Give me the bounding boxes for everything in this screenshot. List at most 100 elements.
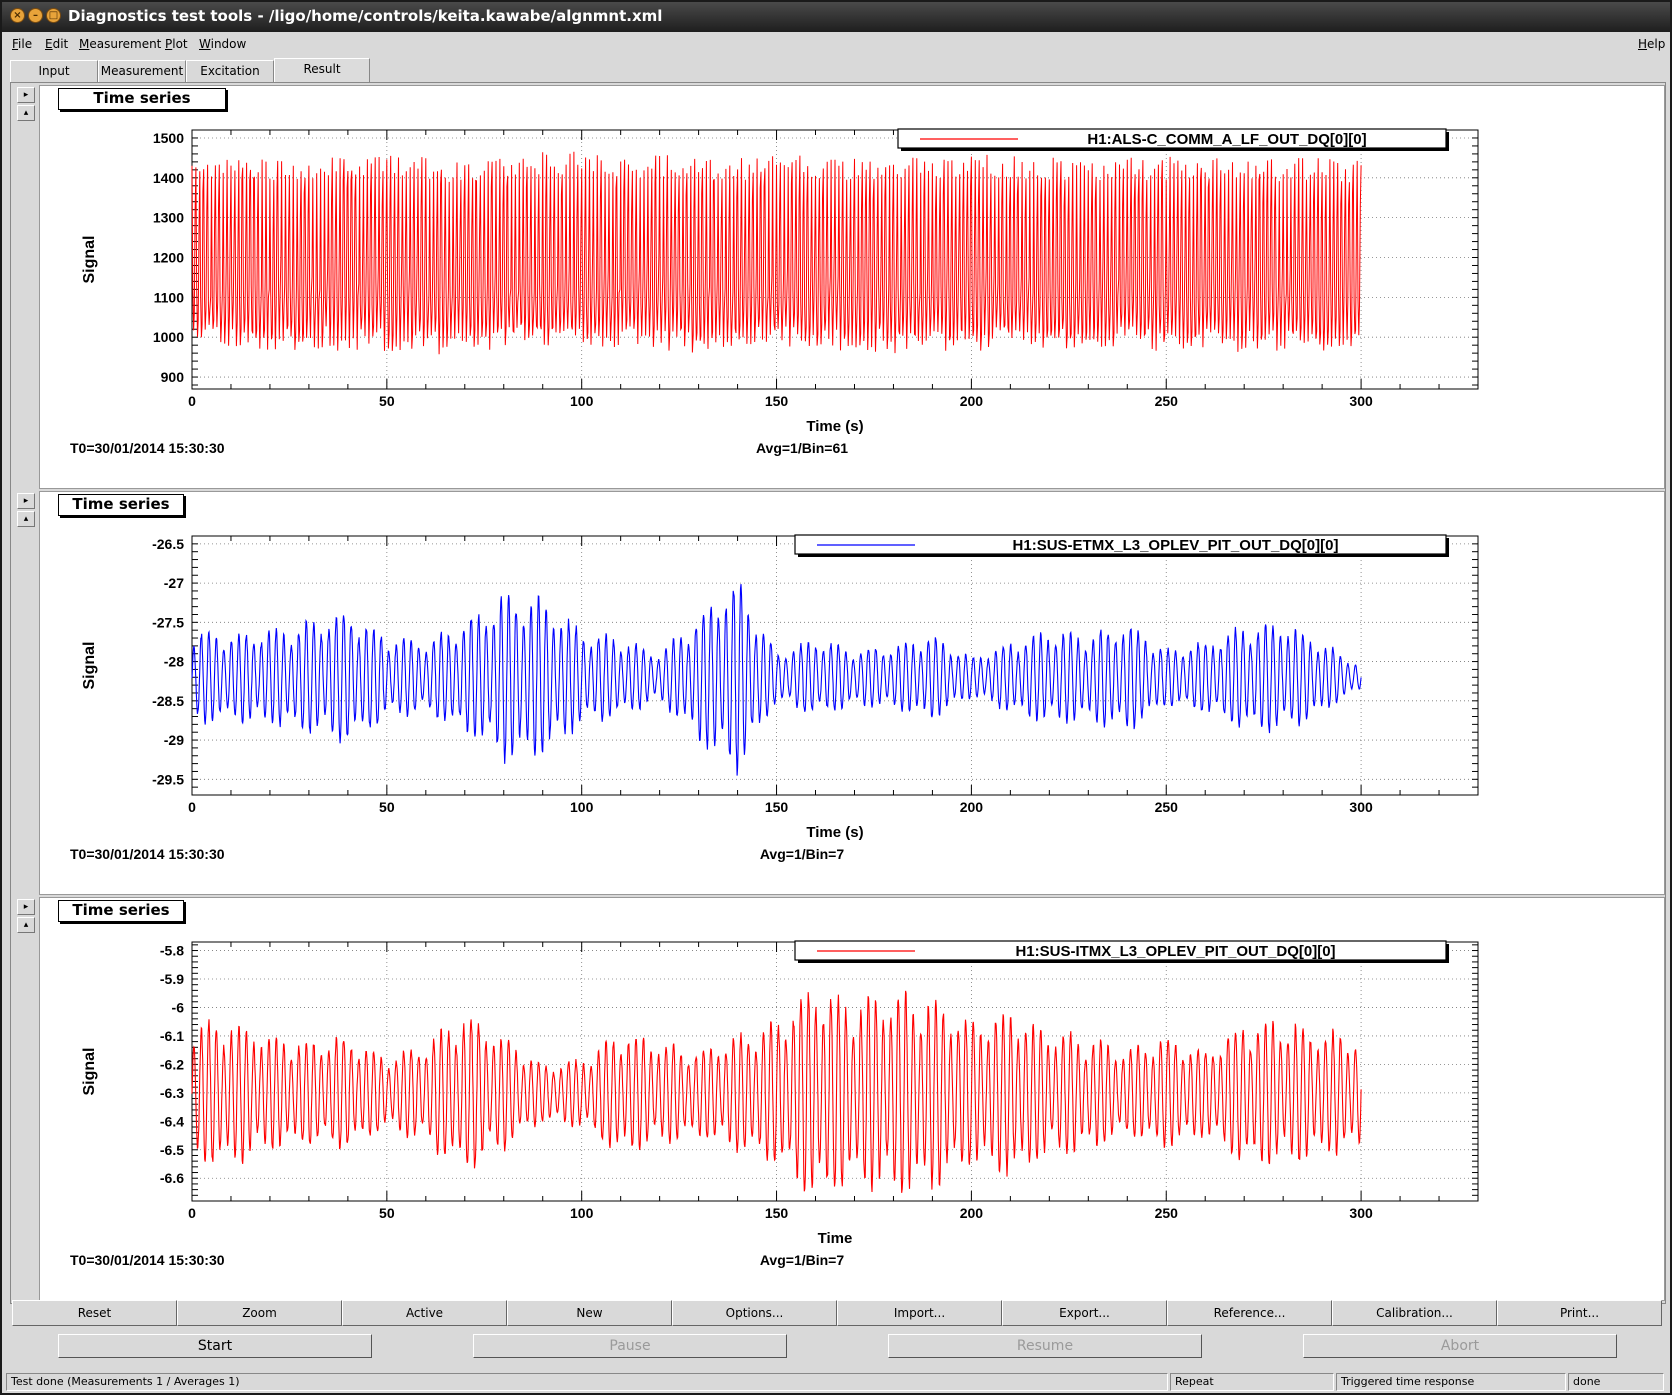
x-tick-label: 300 (1349, 393, 1373, 409)
pad-3-next-arrow-icon[interactable]: ▸ (17, 899, 35, 915)
y-tick-label: -6.4 (160, 1113, 184, 1129)
x-tick-label: 100 (570, 393, 594, 409)
tab-excitation[interactable]: Excitation (186, 60, 274, 82)
y-tick-label: 1100 (154, 289, 185, 305)
menu-help[interactable]: Help (1638, 37, 1665, 51)
pad-1-next-arrow-icon[interactable]: ▸ (17, 87, 35, 103)
reset-button[interactable]: Reset (12, 1300, 177, 1326)
x-tick-label: 300 (1349, 799, 1373, 815)
x-tick-label: 200 (960, 393, 984, 409)
x-axis-label: Time (s) (806, 418, 863, 435)
calibration-button[interactable]: Calibration... (1332, 1300, 1497, 1326)
tab-result[interactable]: Result (274, 58, 370, 82)
x-tick-label: 250 (1155, 1205, 1179, 1221)
print-button[interactable]: Print... (1497, 1300, 1662, 1326)
pad-3-prev-arrow-icon[interactable]: ▴ (17, 917, 35, 933)
close-icon[interactable]: × (10, 8, 25, 23)
axis-ticks (191, 536, 1479, 796)
plot-pad-3[interactable]: Time series 0 50 100 150 200 250 300 -5.8 -5.9 -6… (39, 897, 1665, 1301)
app-window: × – □ Diagnostics test tools - /ligo/hom… (0, 0, 1672, 1395)
y-tick-label: 1200 (153, 250, 184, 266)
pad-2-prev-arrow-icon[interactable]: ▴ (17, 511, 35, 527)
menu-file[interactable]: File (12, 37, 32, 51)
menu-measurement[interactable]: Measurement (79, 37, 161, 51)
y-tick-label: 1000 (153, 329, 184, 345)
x-tick-label: 150 (765, 1205, 789, 1221)
x-tick-label: 250 (1155, 799, 1179, 815)
x-tick-label: 200 (960, 799, 984, 815)
y-tick-label: 1500 (153, 130, 184, 146)
options-button[interactable]: Options... (672, 1300, 837, 1326)
legend: H1:SUS-ITMX_L3_OPLEV_PIT_OUT_DQ[0][0] (794, 940, 1449, 963)
legend-label: H1:ALS-C_COMM_A_LF_OUT_DQ[0][0] (1087, 131, 1366, 148)
plot-toolbar: Reset Zoom Active New Options... Import.… (12, 1300, 1664, 1326)
y-tick-label: 1400 (153, 170, 184, 186)
x-axis-label: Time (s) (806, 824, 863, 841)
y-axis-label: Signal (81, 1047, 98, 1095)
start-button[interactable]: Start (58, 1334, 372, 1358)
series-line (191, 151, 1362, 355)
menu-bar: File Edit Measurement Plot Window Help (2, 32, 1670, 56)
legend: H1:ALS-C_COMM_A_LF_OUT_DQ[0][0] (897, 128, 1449, 151)
y-tick-label: -29 (164, 732, 184, 748)
import-button[interactable]: Import... (837, 1300, 1002, 1326)
menu-window[interactable]: Window (199, 37, 246, 51)
tab-measurement[interactable]: Measurement (98, 60, 186, 82)
title-bar[interactable]: × – □ Diagnostics test tools - /ligo/hom… (2, 2, 1670, 32)
x-tick-label: 100 (570, 1205, 594, 1221)
y-axis-label: Signal (81, 235, 98, 283)
reference-button[interactable]: Reference... (1167, 1300, 1332, 1326)
export-button[interactable]: Export... (1002, 1300, 1167, 1326)
status-bar: Test done (Measurements 1 / Averages 1) … (2, 1371, 1670, 1393)
legend-label: H1:SUS-ETMX_L3_OPLEV_PIT_OUT_DQ[0][0] (1013, 537, 1339, 554)
tab-input[interactable]: Input (10, 60, 98, 82)
abort-button[interactable]: Abort (1303, 1334, 1617, 1358)
menu-plot[interactable]: Plot (165, 37, 188, 51)
active-button[interactable]: Active (342, 1300, 507, 1326)
control-bar: Start Pause Resume Abort (2, 1328, 1670, 1368)
status-repeat: Repeat (1170, 1373, 1334, 1391)
status-mode: Triggered time response (1336, 1373, 1566, 1391)
plot-pad-1[interactable]: Time series 0 50 100 150 200 250 300 900 1000 110… (39, 85, 1665, 489)
y-axis-label: Signal (81, 641, 98, 689)
minimize-icon[interactable]: – (28, 8, 43, 23)
y-tick-label: -6.2 (160, 1056, 184, 1072)
avg-bin-label: Avg=1/Bin=7 (760, 846, 845, 862)
x-tick-label: 150 (765, 393, 789, 409)
resume-button[interactable]: Resume (888, 1334, 1202, 1358)
x-tick-label: 250 (1155, 393, 1179, 409)
new-button[interactable]: New (507, 1300, 672, 1326)
legend-label: H1:SUS-ITMX_L3_OPLEV_PIT_OUT_DQ[0][0] (1015, 943, 1335, 960)
result-panel: ▸ ▴ Time series 0 50 100 150 200 250 300 900 100… (10, 82, 1666, 1304)
y-tick-label: 1300 (153, 210, 184, 226)
x-axis-label: Time (818, 1230, 853, 1247)
x-tick-label: 0 (188, 799, 196, 815)
pad-1-prev-arrow-icon[interactable]: ▴ (17, 105, 35, 121)
plot-frame (191, 941, 1479, 1202)
x-tick-label: 50 (379, 799, 395, 815)
x-tick-label: 0 (188, 393, 196, 409)
y-tick-label: -5.9 (160, 971, 184, 987)
zoom-button[interactable]: Zoom (177, 1300, 342, 1326)
maximize-icon[interactable]: □ (46, 8, 61, 23)
avg-bin-label: Avg=1/Bin=61 (756, 440, 848, 456)
y-tick-label: -27 (164, 575, 184, 591)
x-tick-label: 300 (1349, 1205, 1373, 1221)
chart-svg-3: 0 50 100 150 200 250 300 -5.8 -5.9 -6 -6.1 -6.2 -6.3… (70, 940, 1479, 1268)
y-tick-label: -6.6 (160, 1170, 184, 1186)
legend: H1:SUS-ETMX_L3_OPLEV_PIT_OUT_DQ[0][0] (794, 534, 1449, 557)
grid (192, 942, 1478, 1201)
plot-pad-2[interactable]: Time series 0 50 100 150 200 250 300 -26.5 -27 -2… (39, 491, 1665, 895)
t0-label: T0=30/01/2014 15:30:30 (70, 440, 225, 456)
status-state: done (1568, 1373, 1664, 1391)
window-title: Diagnostics test tools - /ligo/home/cont… (68, 7, 663, 25)
x-tick-label: 200 (960, 1205, 984, 1221)
chart-svg-2: 0 50 100 150 200 250 300 -26.5 -27 -27.5 -28 -28.5 -… (70, 534, 1479, 862)
pause-button[interactable]: Pause (473, 1334, 787, 1358)
y-tick-label: -28.5 (152, 693, 184, 709)
menu-edit[interactable]: Edit (45, 37, 68, 51)
y-tick-label: -6.3 (160, 1085, 184, 1101)
x-tick-label: 150 (765, 799, 789, 815)
y-tick-label: -6.1 (160, 1028, 184, 1044)
pad-2-next-arrow-icon[interactable]: ▸ (17, 493, 35, 509)
